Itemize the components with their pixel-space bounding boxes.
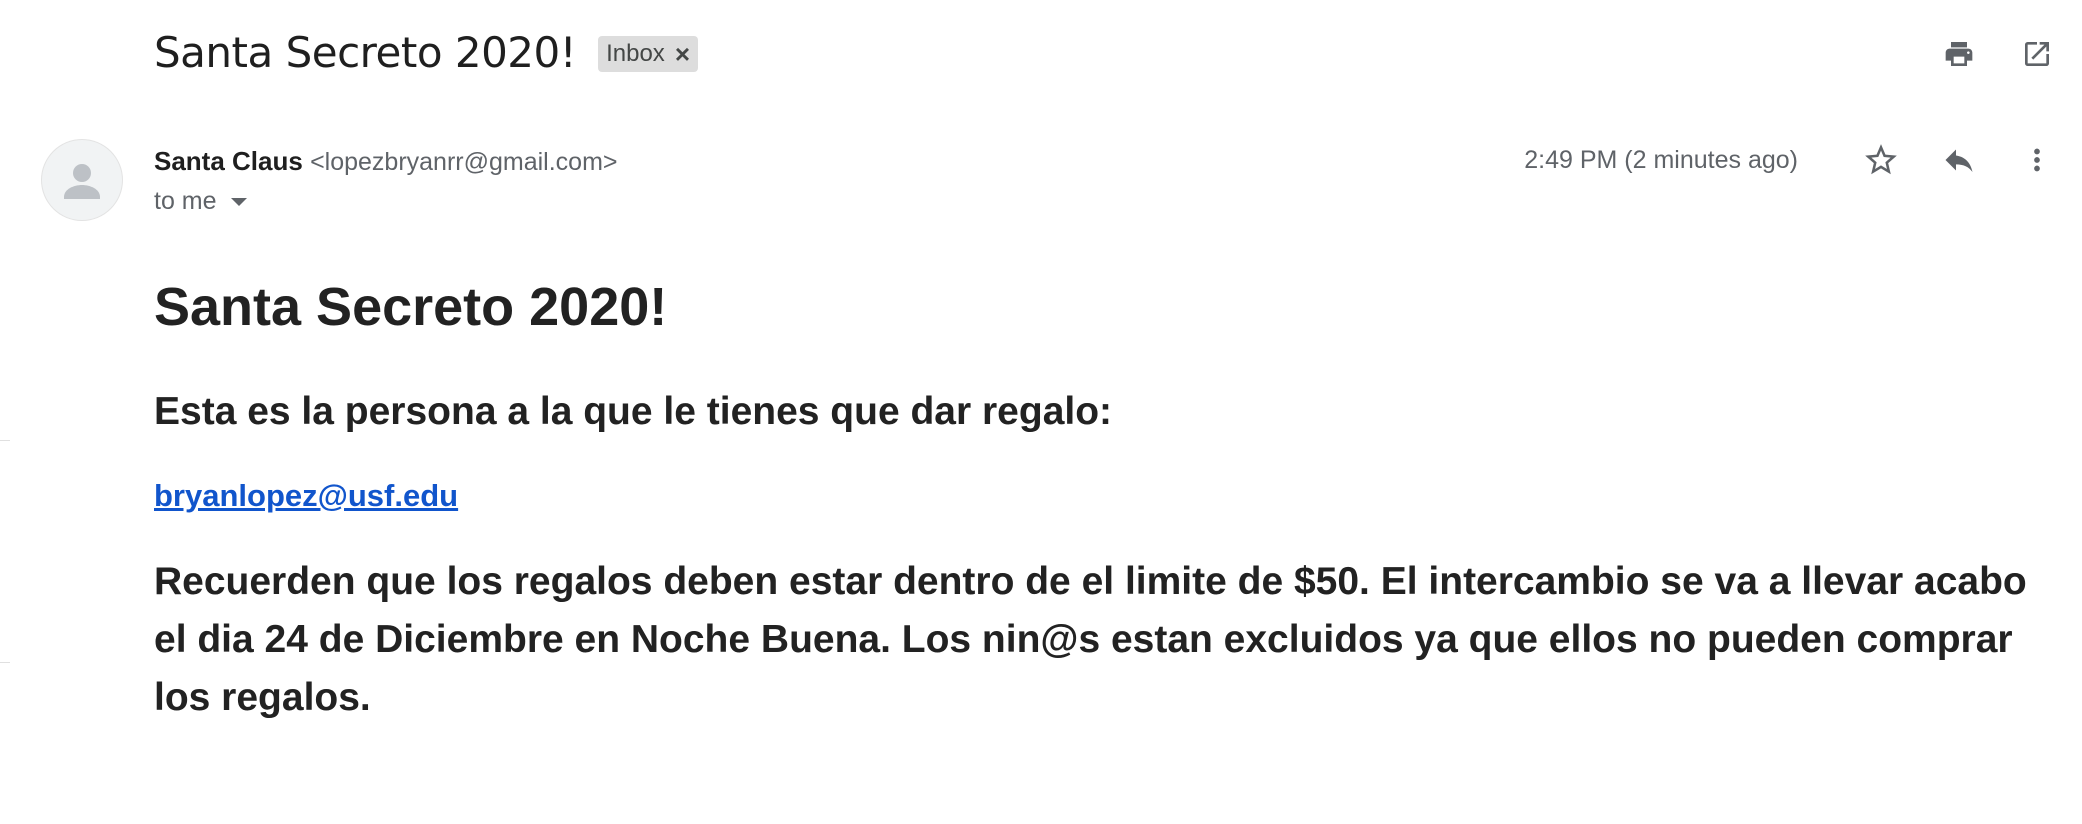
left-edge-divider bbox=[0, 662, 10, 663]
recipient-email-link[interactable]: bryanlopez@usf.edu bbox=[154, 478, 458, 514]
left-edge-divider bbox=[0, 440, 10, 441]
open-in-new-window-icon[interactable] bbox=[2017, 34, 2057, 74]
recipient-details-toggle[interactable]: to me bbox=[154, 187, 247, 216]
sender-email: <lopezbryanrr@gmail.com> bbox=[310, 148, 618, 176]
reply-icon[interactable] bbox=[1939, 140, 1979, 180]
star-icon[interactable] bbox=[1861, 140, 1901, 180]
message-body-paragraph: Recuerden que los regalos deben estar de… bbox=[154, 560, 2027, 719]
email-subject: Santa Secreto 2020! bbox=[154, 28, 577, 77]
inbox-label-text: Inbox bbox=[606, 39, 665, 67]
message-body-subtitle: Esta es la persona a la que le tienes qu… bbox=[154, 390, 1113, 433]
sender-line: Santa Claus <lopezbryanrr@gmail.com> bbox=[154, 146, 618, 177]
more-vert-icon[interactable] bbox=[2017, 140, 2057, 180]
chevron-down-icon[interactable] bbox=[230, 197, 247, 206]
inbox-label-chip[interactable]: Inbox × bbox=[598, 35, 698, 72]
sender-avatar[interactable] bbox=[42, 140, 122, 220]
recipient-text: to me bbox=[154, 187, 217, 215]
print-icon[interactable] bbox=[1939, 34, 1979, 74]
message-body-title: Santa Secreto 2020! bbox=[154, 277, 668, 337]
sender-name[interactable]: Santa Claus bbox=[154, 146, 303, 176]
subject-row: Santa Secreto 2020! Inbox × bbox=[154, 28, 698, 77]
person-icon bbox=[64, 164, 100, 199]
remove-label-icon[interactable]: × bbox=[675, 41, 690, 67]
thread-actions bbox=[1939, 34, 2057, 74]
email-timestamp: 2:49 PM (2 minutes ago) bbox=[1524, 146, 1798, 174]
message-actions bbox=[1861, 140, 2057, 180]
